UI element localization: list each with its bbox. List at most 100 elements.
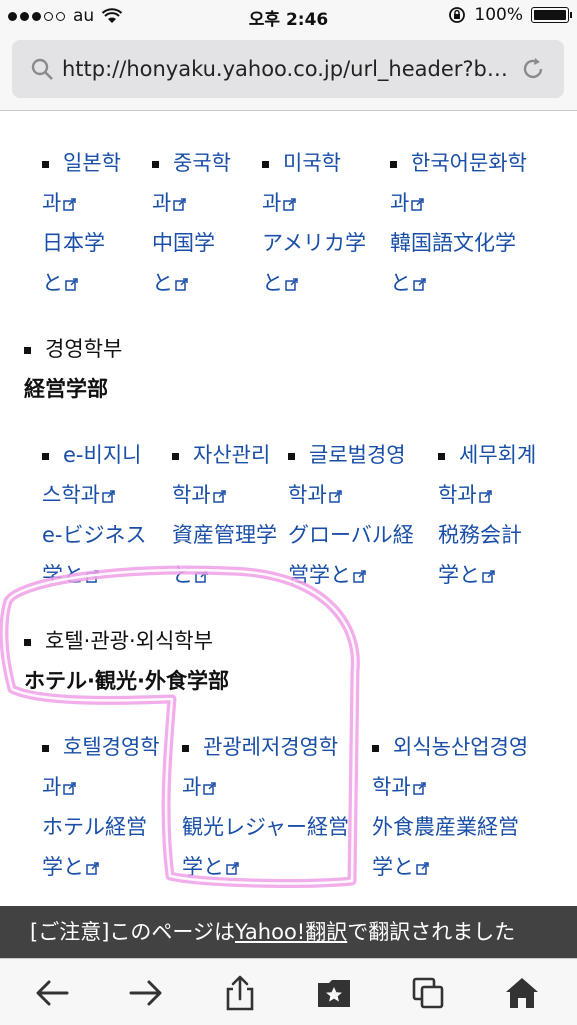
forward-button[interactable] — [126, 973, 166, 1013]
course-link[interactable]: 스학과 — [42, 483, 100, 507]
forward-arrow-icon — [129, 980, 162, 1006]
bullet-icon — [372, 744, 379, 752]
back-button[interactable] — [32, 973, 72, 1013]
list-item: 자산관리 학과 資産管理学 と — [172, 435, 277, 595]
dept-heading-ja: ホテル·観光·外食学部 — [24, 669, 229, 693]
external-link-icon — [226, 862, 239, 875]
course-link[interactable]: 학과 — [372, 775, 411, 799]
course-link[interactable]: 학과 — [438, 483, 477, 507]
bookmarks-button[interactable] — [314, 973, 354, 1013]
course-link-ja[interactable]: 韓国語文化学 — [390, 223, 527, 263]
course-link-ja[interactable]: グローバル経 — [288, 515, 414, 555]
home-button[interactable] — [502, 973, 542, 1013]
bullet-icon — [42, 452, 49, 460]
course-link[interactable]: 과 — [390, 191, 409, 215]
external-link-icon — [63, 198, 77, 211]
external-link-icon — [478, 490, 492, 503]
course-link-ja[interactable]: 税務会計 — [438, 515, 536, 555]
course-link-ja[interactable]: 学と — [182, 855, 224, 879]
tabs-icon — [412, 977, 444, 1009]
home-icon — [506, 978, 538, 1008]
list-item: 호텔경영학 과 ホテル経営 学と — [42, 727, 160, 887]
bullet-icon — [288, 452, 295, 460]
bullet-icon — [152, 160, 159, 168]
course-link-ja[interactable]: 資産管理学 — [172, 515, 277, 555]
bottom-toolbar — [0, 958, 577, 1025]
course-link[interactable]: 과 — [262, 191, 281, 215]
bullet-icon — [438, 452, 445, 460]
url-field[interactable]: http://honyaku.yahoo.co.jp/url_header?b… — [12, 40, 564, 98]
course-link[interactable]: e-비지니 — [63, 443, 141, 467]
course-link[interactable]: 과 — [42, 191, 61, 215]
share-icon — [226, 975, 254, 1011]
dept-heading: 호텔·관광·외식학부 ホテル·観光·外食学部 — [24, 621, 229, 701]
course-link-ja[interactable]: ホテル経営 — [42, 807, 160, 847]
course-link[interactable]: 학과 — [288, 483, 327, 507]
tabs-button[interactable] — [408, 973, 448, 1013]
rotation-lock-icon — [448, 6, 466, 24]
external-link-icon — [413, 278, 426, 291]
course-link[interactable]: 중국학 — [173, 151, 231, 175]
course-link[interactable]: 한국어문화학 — [411, 151, 527, 175]
course-link-ja[interactable]: 外食農産業経営 — [372, 807, 528, 847]
external-link-icon — [416, 862, 429, 875]
course-link[interactable]: 글로벌경영 — [309, 443, 406, 467]
course-link-ja[interactable]: 観光レジャー経営 — [182, 807, 349, 847]
course-link[interactable]: 호텔경영학 — [63, 735, 160, 759]
course-link[interactable]: 관광레저경영학 — [203, 735, 338, 759]
course-link-ja[interactable]: と — [262, 271, 283, 295]
bullet-icon — [172, 452, 179, 460]
bullet-icon — [24, 638, 31, 646]
url-text: http://honyaku.yahoo.co.jp/url_header?b… — [62, 57, 508, 81]
external-link-icon — [285, 278, 298, 291]
address-bar: http://honyaku.yahoo.co.jp/url_header?b… — [0, 32, 577, 111]
course-link-ja[interactable]: と — [390, 271, 411, 295]
course-link[interactable]: 외식농산업경영 — [393, 735, 528, 759]
course-link[interactable]: 과 — [42, 775, 61, 799]
status-right: 100% — [448, 5, 572, 25]
list-item: 관광레저경영학 과 観光レジャー経営 学と — [182, 727, 349, 887]
course-link-ja[interactable]: アメリカ学 — [262, 223, 366, 263]
list-item: 중국학 과 中国学 と — [152, 143, 231, 303]
course-link-ja[interactable]: e-ビジネス — [42, 515, 147, 555]
search-icon — [30, 57, 54, 81]
external-link-icon — [86, 570, 99, 583]
external-link-icon — [86, 862, 99, 875]
course-link[interactable]: 학과 — [172, 483, 211, 507]
course-link[interactable]: 과 — [152, 191, 171, 215]
share-button[interactable] — [220, 973, 260, 1013]
external-link-icon — [195, 570, 208, 583]
course-link[interactable]: 세무회계 — [459, 443, 536, 467]
dept-heading-ko: 호텔·관광·외식학부 — [45, 629, 213, 653]
reload-icon[interactable] — [520, 56, 546, 82]
list-item: 일본학 과 日本学 と — [42, 143, 121, 303]
external-link-icon — [411, 198, 425, 211]
list-item: 한국어문화학 과 韓国語文化学 と — [390, 143, 527, 303]
list-item: e-비지니 스학과 e-ビジネス 学と — [42, 435, 147, 595]
translation-notice: [ご注意]このページはYahoo!翻訳で翻訳されました — [0, 906, 577, 958]
course-link-ja[interactable]: 学と — [42, 563, 84, 587]
external-link-icon — [283, 198, 297, 211]
notice-suffix: で翻訳されました — [347, 920, 516, 944]
external-link-icon — [353, 570, 366, 583]
bullet-icon — [390, 160, 397, 168]
yahoo-translate-link[interactable]: Yahoo!翻訳 — [235, 920, 347, 944]
course-link-ja[interactable]: 中国学 — [152, 223, 231, 263]
bullet-icon — [42, 744, 49, 752]
course-link-ja[interactable]: 営学と — [288, 563, 351, 587]
course-link-ja[interactable]: 学と — [372, 855, 414, 879]
course-link-ja[interactable]: 学と — [42, 855, 84, 879]
external-link-icon — [173, 198, 187, 211]
battery-percent: 100% — [474, 5, 523, 25]
course-link-ja[interactable]: と — [172, 563, 193, 587]
course-link[interactable]: 과 — [182, 775, 201, 799]
course-link-ja[interactable]: 日本学 — [42, 223, 121, 263]
list-item: 세무회계 학과 税務会計 学と — [438, 435, 536, 595]
course-link-ja[interactable]: と — [42, 271, 63, 295]
course-link-ja[interactable]: 学と — [438, 563, 480, 587]
battery-icon — [531, 7, 572, 23]
course-link[interactable]: 자산관리 — [193, 443, 270, 467]
course-link-ja[interactable]: と — [152, 271, 173, 295]
course-link[interactable]: 일본학 — [63, 151, 121, 175]
course-link[interactable]: 미국학 — [283, 151, 341, 175]
